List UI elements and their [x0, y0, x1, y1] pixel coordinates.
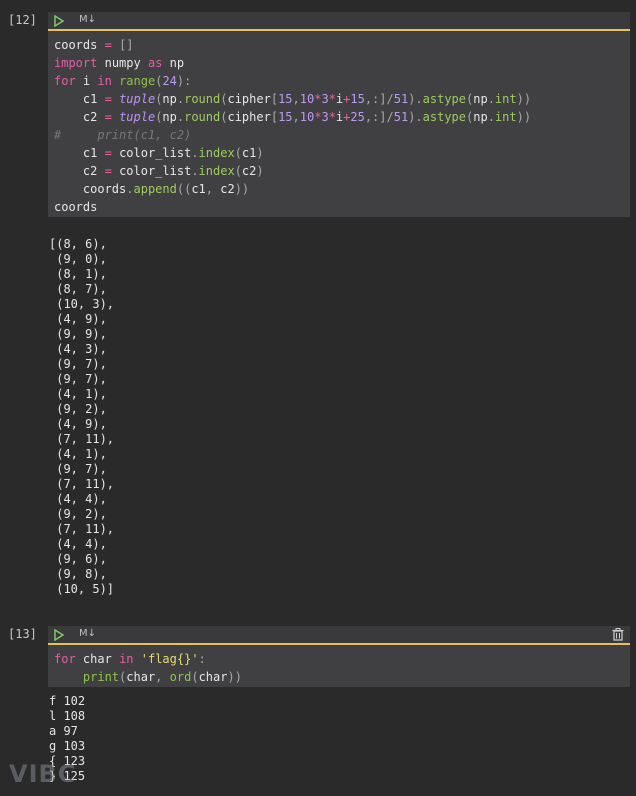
- markdown-toggle[interactable]: M↓: [79, 628, 96, 639]
- code-block: for char in 'flag{}': print(char, ord(ch…: [54, 652, 242, 684]
- code-editor[interactable]: for char in 'flag{}': print(char, ord(ch…: [48, 643, 630, 687]
- markdown-toggle[interactable]: M↓: [79, 14, 96, 25]
- trash-icon[interactable]: [612, 628, 624, 641]
- watermark-logo: VIBC: [9, 760, 77, 788]
- cell-toolbar: M↓: [48, 12, 630, 29]
- code-editor[interactable]: coords = [] import numpy as np for i in …: [48, 29, 630, 217]
- cell-output: [(8, 6), (9, 0), (8, 1), (8, 7), (10, 3)…: [49, 237, 114, 597]
- cell-prompt: [12]: [8, 13, 37, 27]
- run-icon[interactable]: [53, 629, 65, 641]
- code-block: coords = [] import numpy as np for i in …: [54, 38, 532, 214]
- output-text: [(8, 6), (9, 0), (8, 1), (8, 7), (10, 3)…: [49, 237, 115, 596]
- cell-toolbar: M↓: [48, 626, 630, 643]
- cell-prompt: [13]: [8, 627, 37, 641]
- run-icon[interactable]: [53, 15, 65, 27]
